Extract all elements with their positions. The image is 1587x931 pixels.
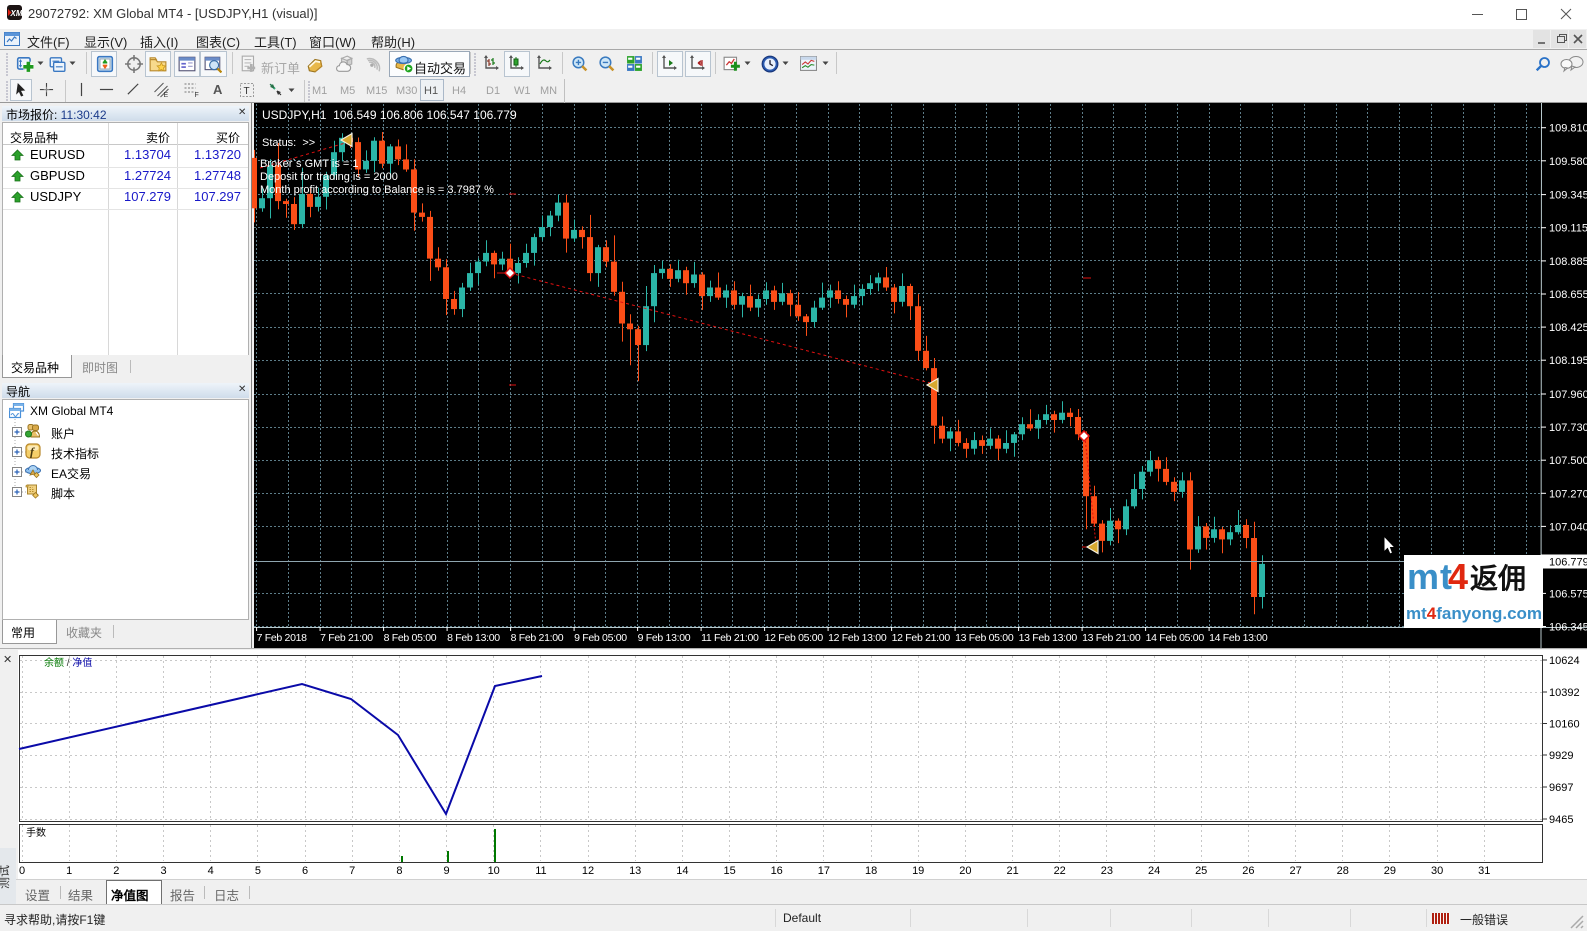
svg-text:5: 5 xyxy=(255,865,261,877)
svg-text:106.575: 106.575 xyxy=(1549,588,1587,600)
svg-text:28: 28 xyxy=(1337,865,1349,877)
svg-text:14 Feb 13:00: 14 Feb 13:00 xyxy=(1209,632,1268,644)
svg-text:12: 12 xyxy=(582,865,594,877)
svg-text:7 Feb 2018: 7 Feb 2018 xyxy=(257,632,308,644)
svg-text:手数: 手数 xyxy=(26,826,46,839)
svg-text:6: 6 xyxy=(302,865,308,877)
svg-text:9: 9 xyxy=(443,865,449,877)
svg-text:T: T xyxy=(244,86,250,97)
svg-text:XM: XM xyxy=(10,9,23,17)
svg-text:21: 21 xyxy=(1006,865,1018,877)
svg-text:8 Feb 21:00: 8 Feb 21:00 xyxy=(511,632,564,644)
svg-text:19: 19 xyxy=(912,865,924,877)
svg-text:23: 23 xyxy=(1101,865,1113,877)
svg-text:25: 25 xyxy=(1195,865,1207,877)
svg-text:8 Feb 05:00: 8 Feb 05:00 xyxy=(384,632,437,644)
svg-text:13 Feb 21:00: 13 Feb 21:00 xyxy=(1082,632,1141,644)
svg-text:10624: 10624 xyxy=(1549,655,1580,667)
svg-text:12 Feb 13:00: 12 Feb 13:00 xyxy=(828,632,887,644)
svg-text:F: F xyxy=(195,92,199,98)
svg-text:9697: 9697 xyxy=(1549,782,1573,794)
svg-text:余额 / 净值: 余额 / 净值 xyxy=(44,656,92,669)
svg-text:20: 20 xyxy=(959,865,971,877)
svg-text:1: 1 xyxy=(66,865,72,877)
svg-text:12 Feb 05:00: 12 Feb 05:00 xyxy=(765,632,824,644)
svg-text:106.345: 106.345 xyxy=(1549,622,1587,634)
svg-text:10: 10 xyxy=(488,865,500,877)
svg-text:109.810: 109.810 xyxy=(1549,123,1587,135)
svg-text:108.885: 108.885 xyxy=(1549,256,1587,268)
svg-text:9 Feb 13:00: 9 Feb 13:00 xyxy=(638,632,691,644)
svg-text:109.580: 109.580 xyxy=(1549,156,1587,168)
svg-text:7: 7 xyxy=(349,865,355,877)
svg-text:Month profit according to Bala: Month profit according to Balance is = 3… xyxy=(260,184,494,196)
svg-text:12 Feb 21:00: 12 Feb 21:00 xyxy=(892,632,951,644)
svg-text:108.655: 108.655 xyxy=(1549,289,1587,301)
svg-text:8 Feb 13:00: 8 Feb 13:00 xyxy=(447,632,500,644)
svg-text:109.115: 109.115 xyxy=(1549,223,1587,235)
svg-text:27: 27 xyxy=(1289,865,1301,877)
svg-text:29: 29 xyxy=(1384,865,1396,877)
svg-text:mt: mt xyxy=(1407,556,1453,597)
svg-text:107.960: 107.960 xyxy=(1549,389,1587,401)
svg-text:13: 13 xyxy=(629,865,641,877)
svg-text:3: 3 xyxy=(160,865,166,877)
svg-text:9929: 9929 xyxy=(1549,750,1573,762)
svg-text:mt4fanyong.com: mt4fanyong.com xyxy=(1406,604,1542,623)
svg-text:USDJPY,H1 106.549 106.806 106: USDJPY,H1 106.549 106.806 106.547 106.77… xyxy=(262,108,517,122)
svg-text:9465: 9465 xyxy=(1549,814,1573,826)
svg-text:13 Feb 13:00: 13 Feb 13:00 xyxy=(1019,632,1078,644)
svg-text:2: 2 xyxy=(113,865,119,877)
svg-text:4: 4 xyxy=(1448,556,1468,597)
svg-text:15: 15 xyxy=(723,865,735,877)
svg-text:Deposit for trading is = 2000: Deposit for trading is = 2000 xyxy=(260,171,398,183)
svg-text:108.425: 108.425 xyxy=(1549,322,1587,334)
svg-text:E: E xyxy=(164,92,169,98)
svg-text:31: 31 xyxy=(1478,865,1490,877)
svg-text:22: 22 xyxy=(1054,865,1066,877)
svg-text:17: 17 xyxy=(818,865,830,877)
svg-text:9 Feb 05:00: 9 Feb 05:00 xyxy=(574,632,627,644)
svg-text:24: 24 xyxy=(1148,865,1160,877)
svg-text:8: 8 xyxy=(396,865,402,877)
svg-text:10392: 10392 xyxy=(1549,687,1580,699)
svg-text:0: 0 xyxy=(19,865,25,877)
svg-text:30: 30 xyxy=(1431,865,1443,877)
svg-text:109.345: 109.345 xyxy=(1549,190,1587,202)
svg-text:107.730: 107.730 xyxy=(1549,422,1587,434)
svg-text:107.500: 107.500 xyxy=(1549,455,1587,467)
svg-text:7 Feb 21:00: 7 Feb 21:00 xyxy=(320,632,373,644)
svg-text:14: 14 xyxy=(676,865,688,877)
svg-text:测试: 测试 xyxy=(0,865,11,889)
svg-text:26: 26 xyxy=(1242,865,1254,877)
svg-text:10160: 10160 xyxy=(1549,719,1580,731)
svg-text:Broker`s GMT is = 1: Broker`s GMT is = 1 xyxy=(260,158,359,170)
svg-text:4: 4 xyxy=(208,865,214,877)
svg-text:18: 18 xyxy=(865,865,877,877)
svg-text:107.270: 107.270 xyxy=(1549,488,1587,500)
svg-text:返佣: 返佣 xyxy=(1470,563,1526,594)
svg-text:Status: >>: Status: >> xyxy=(262,137,315,149)
svg-text:107.040: 107.040 xyxy=(1549,521,1587,533)
svg-text:✕: ✕ xyxy=(3,654,12,666)
svg-text:108.195: 108.195 xyxy=(1549,355,1587,367)
svg-text:106.779: 106.779 xyxy=(1549,557,1587,569)
svg-text:13 Feb 05:00: 13 Feb 05:00 xyxy=(955,632,1014,644)
svg-text:14 Feb 05:00: 14 Feb 05:00 xyxy=(1146,632,1205,644)
svg-text:11 Feb 21:00: 11 Feb 21:00 xyxy=(701,632,759,644)
svg-text:16: 16 xyxy=(771,865,783,877)
svg-text:11: 11 xyxy=(535,865,546,877)
